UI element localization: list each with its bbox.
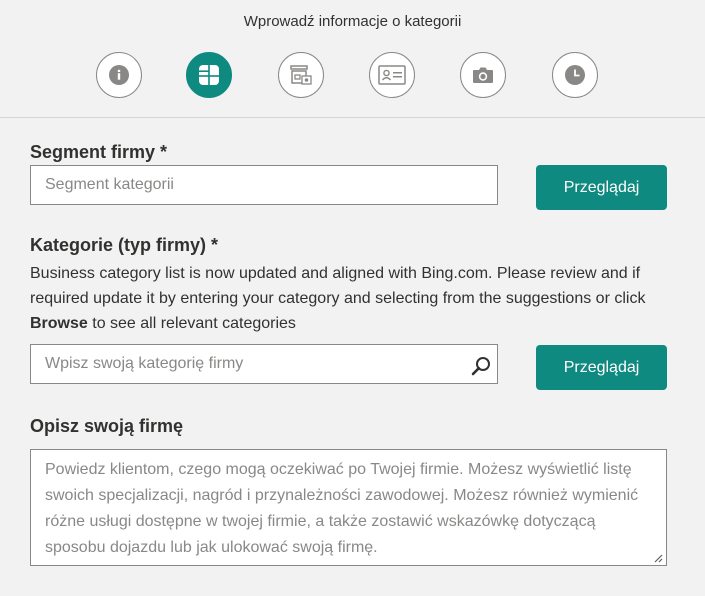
wizard-header: Wprowadź informacje o kategorii — [0, 0, 705, 118]
category-description: Business category list is now updated an… — [30, 261, 670, 336]
browse-emphasis: Browse — [30, 315, 88, 332]
description-textarea[interactable] — [30, 449, 667, 566]
segment-label: Segment firmy * — [30, 142, 168, 162]
step-photos[interactable] — [460, 52, 506, 98]
info-icon — [109, 65, 129, 85]
step-info[interactable] — [96, 52, 142, 98]
resize-handle-icon[interactable] — [653, 553, 663, 563]
step-store[interactable] — [278, 52, 324, 98]
step-hours[interactable] — [552, 52, 598, 98]
header-title: Wprowadź informacje o kategorii — [243, 13, 462, 30]
category-browse-button[interactable]: Przeglądaj — [536, 345, 667, 390]
camera-icon — [473, 67, 493, 83]
description-text-1: Business category list is now updated an… — [30, 265, 646, 307]
category-label: Kategorie (typ firmy) * — [30, 235, 219, 255]
step-category[interactable] — [186, 52, 232, 98]
category-input[interactable] — [30, 344, 498, 384]
contact-card-icon — [378, 65, 406, 85]
segment-browse-button[interactable]: Przeglądaj — [536, 165, 667, 210]
step-contact[interactable] — [369, 52, 415, 98]
clock-icon — [565, 65, 585, 85]
description-label: Opisz swoją firmę — [30, 416, 184, 436]
description-text-2: to see all relevant categories — [87, 315, 296, 332]
search-icon[interactable] — [470, 355, 492, 377]
category-icon — [199, 65, 219, 85]
segment-input[interactable] — [30, 165, 498, 205]
store-icon — [290, 65, 312, 85]
